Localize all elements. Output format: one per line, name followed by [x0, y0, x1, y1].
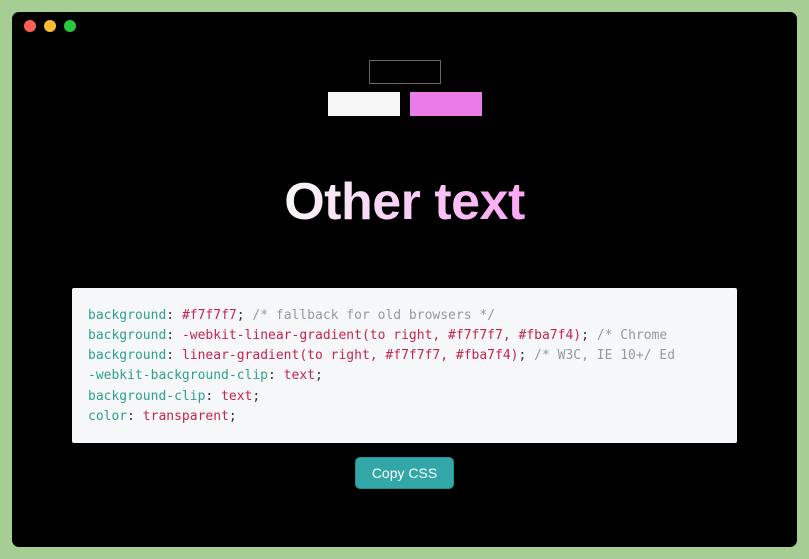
css-prop: -webkit-background-clip [88, 368, 268, 383]
css-value: text [284, 368, 315, 383]
swatch-outline[interactable] [369, 60, 441, 84]
css-prop: background [88, 328, 166, 343]
css-comment: /* fallback for old browsers */ [252, 308, 495, 323]
css-prop: background-clip [88, 389, 205, 404]
minimize-icon[interactable] [44, 20, 56, 32]
css-value: linear-gradient(to right, #f7f7f7, #fba7… [182, 348, 519, 363]
css-value: #f7f7f7 [182, 308, 237, 323]
css-prop: background [88, 348, 166, 363]
css-comment: /* Chrome [597, 328, 675, 343]
window-titlebar [12, 12, 797, 40]
gradient-text-preview: Other text [284, 172, 525, 232]
css-value: text [221, 389, 252, 404]
copy-css-button[interactable]: Copy CSS [355, 457, 454, 489]
css-output[interactable]: background: #f7f7f7; /* fallback for old… [72, 288, 737, 443]
css-value: -webkit-linear-gradient(to right, #f7f7f… [182, 328, 581, 343]
swatch-pink[interactable] [410, 92, 482, 116]
color-swatches [12, 60, 797, 116]
close-icon[interactable] [24, 20, 36, 32]
zoom-icon[interactable] [64, 20, 76, 32]
css-prop: color [88, 409, 127, 424]
swatch-light[interactable] [328, 92, 400, 116]
css-prop: background [88, 308, 166, 323]
app-window: Other text background: #f7f7f7; /* fallb… [12, 12, 797, 547]
css-comment: /* W3C, IE 10+/ Ed [534, 348, 675, 363]
css-value: transparent [143, 409, 229, 424]
